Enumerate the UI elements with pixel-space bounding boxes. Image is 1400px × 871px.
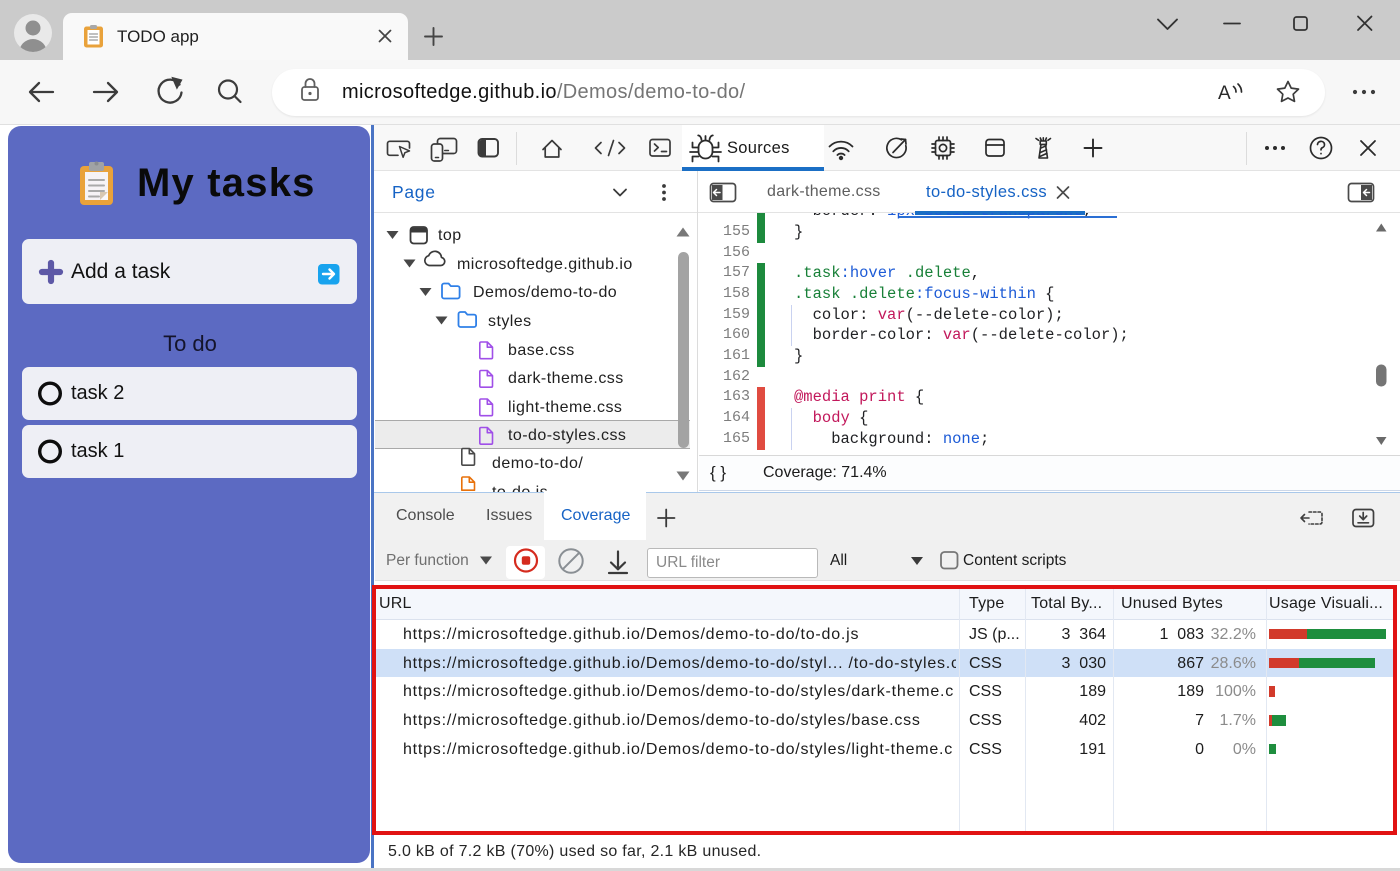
svg-text:A: A xyxy=(1218,83,1231,104)
